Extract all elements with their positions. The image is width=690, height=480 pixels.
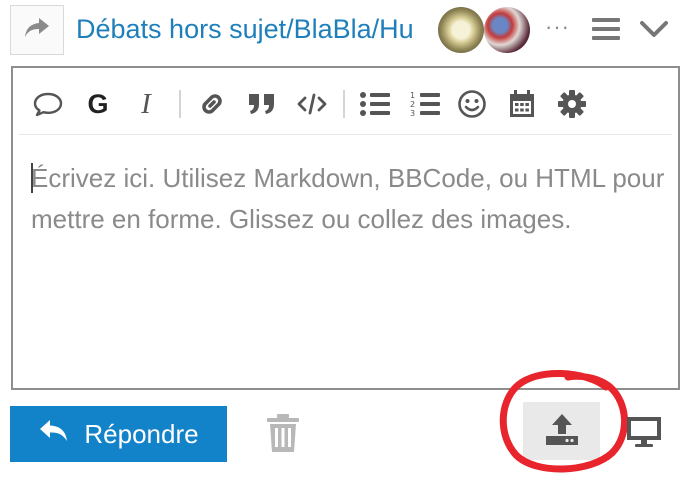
quote-icon[interactable] bbox=[245, 88, 279, 120]
italic-button[interactable]: I bbox=[131, 88, 161, 120]
avatar-group-photo[interactable] bbox=[484, 7, 530, 53]
topic-title[interactable]: Débats hors sujet/BlaBla/Hu bbox=[76, 11, 448, 47]
upload-icon bbox=[544, 412, 580, 451]
bold-button[interactable]: G bbox=[83, 88, 113, 120]
code-icon[interactable] bbox=[295, 88, 329, 120]
reply-button[interactable]: Répondre bbox=[10, 406, 227, 462]
link-icon[interactable] bbox=[195, 88, 229, 120]
trash-icon[interactable] bbox=[266, 413, 300, 453]
composer-textarea[interactable]: Écrivez ici. Utilisez Markdown, BBCode, … bbox=[31, 158, 671, 240]
reply-arrow-icon bbox=[38, 418, 70, 451]
smiley-icon[interactable] bbox=[455, 88, 489, 120]
svg-text:3: 3 bbox=[410, 109, 415, 118]
hamburger-icon[interactable] bbox=[592, 16, 620, 42]
chevron-down-icon[interactable] bbox=[639, 18, 669, 40]
speech-bubble-icon[interactable] bbox=[31, 88, 65, 120]
reply-type-button[interactable] bbox=[10, 5, 64, 55]
editor-toolbar: G I 123 bbox=[19, 74, 672, 135]
monitor-icon[interactable] bbox=[624, 414, 664, 450]
reply-button-label: Répondre bbox=[84, 418, 199, 449]
share-arrow-icon bbox=[23, 16, 51, 45]
bullet-list-icon[interactable] bbox=[357, 88, 393, 120]
gear-icon[interactable] bbox=[555, 88, 589, 120]
svg-text:1: 1 bbox=[410, 91, 415, 100]
upload-button[interactable] bbox=[523, 402, 600, 460]
avatar-white-rose[interactable] bbox=[438, 7, 484, 53]
toolbar-separator bbox=[343, 90, 345, 118]
numbered-list-icon[interactable]: 123 bbox=[407, 88, 443, 120]
composer-editor: G I 123 Écrivez ici. Utilisez Markdown, … bbox=[11, 66, 680, 390]
svg-text:2: 2 bbox=[410, 100, 415, 109]
more-users-indicator[interactable]: ··· bbox=[545, 14, 570, 40]
calendar-icon[interactable] bbox=[505, 88, 539, 120]
composer-placeholder: Écrivez ici. Utilisez Markdown, BBCode, … bbox=[31, 163, 665, 234]
toolbar-separator bbox=[179, 90, 181, 118]
